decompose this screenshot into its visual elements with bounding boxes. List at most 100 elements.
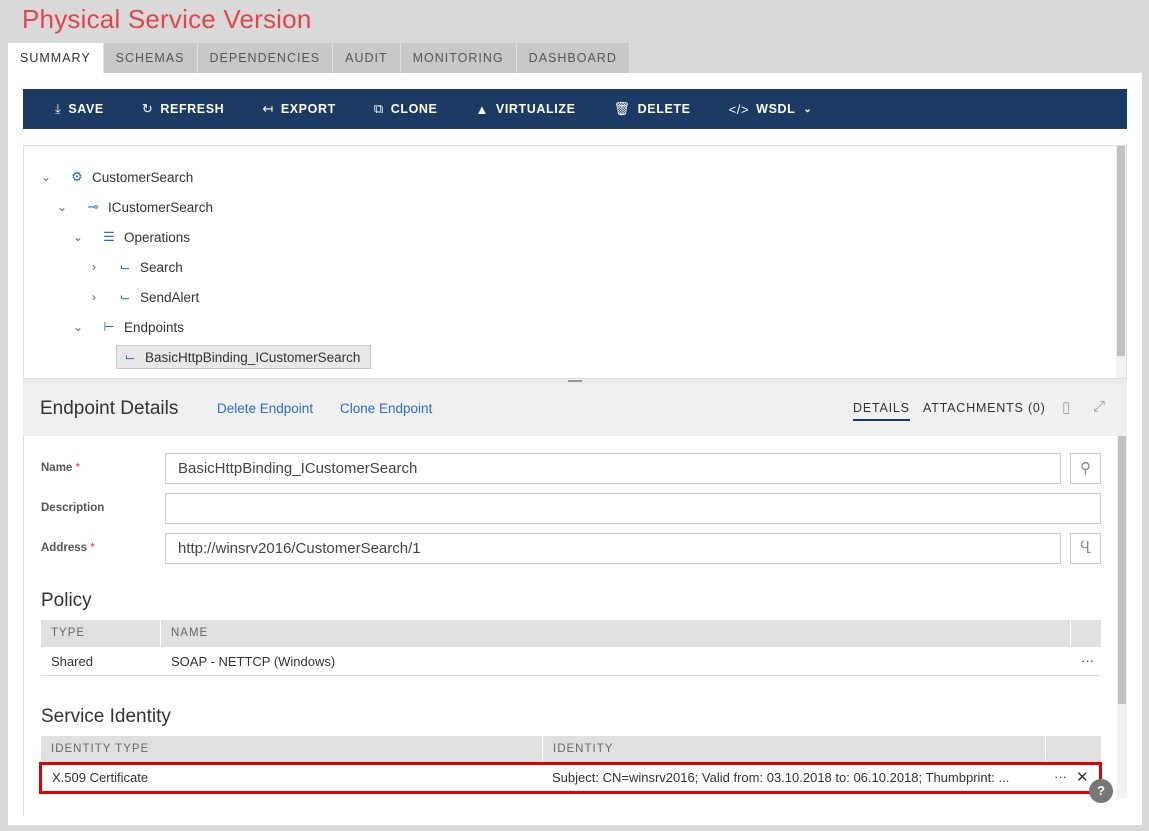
name-label: Name * [41,462,80,474]
save-button[interactable]: ⤓ SAVE [55,101,104,117]
operation-icon: ⌙ [119,259,131,274]
address-label: Address * [41,542,95,554]
tree-node-label: SendAlert [140,289,200,305]
tab-dependencies[interactable]: DEPENDENCIES [197,43,334,73]
column-header-identity-type[interactable]: IDENTITY TYPE [41,736,543,763]
details-header: Endpoint Details Delete Endpoint Clone E… [23,384,1127,436]
clone-label: CLONE [390,102,438,116]
details-body: Name * BasicHttpBinding_ICustomerSearch … [23,436,1127,816]
tree-node-label: Search [140,259,183,275]
endpoint-icon: ⌙ [124,349,136,364]
page-title: Physical Service Version [22,4,312,34]
name-label-text: Name [41,462,73,474]
table-row[interactable]: X.509 Certificate Subject: CN=winsrv2016… [39,762,1102,794]
interface-icon: ⊸ [87,199,99,214]
gear-icon: ⚙ [71,169,83,184]
tab-details[interactable]: DETAILS [853,401,910,421]
policy-title: Policy [41,590,92,611]
tree-node-label: Endpoints [124,319,185,335]
operation-icon: ⌙ [119,289,131,304]
drag-handle-icon[interactable] [568,380,582,382]
tab-attachments[interactable]: ATTACHMENTS (0) [923,401,1046,415]
tree-node-endpoints[interactable]: ⌄ ⊢ Endpoints [70,316,184,338]
delete-endpoint-link[interactable]: Delete Endpoint [217,401,313,416]
refresh-label: REFRESH [160,102,225,116]
tab-bar: SUMMARY SCHEMAS DEPENDENCIES AUDIT MONIT… [8,43,630,73]
policy-type-cell: Shared [51,654,93,669]
export-button[interactable]: ↤ EXPORT [262,101,336,117]
tab-summary[interactable]: SUMMARY [8,43,104,73]
identity-type-cell: X.509 Certificate [52,770,149,785]
tree-node-op-sendalert[interactable]: › ⌙ SendAlert [86,286,199,308]
scrollbar-thumb[interactable] [1117,146,1125,356]
identity-value-cell: Subject: CN=winsrv2016; Valid from: 03.1… [552,770,1010,785]
tab-monitoring[interactable]: MONITORING [400,43,517,73]
refresh-button[interactable]: ↻ REFRESH [142,101,224,117]
tree-node-label: Operations [124,229,191,245]
refresh-icon: ↻ [141,101,154,116]
delete-label: DELETE [637,102,691,116]
help-icon[interactable]: ? [1089,779,1113,803]
tree-node-endpoint[interactable]: ⌙ BasicHttpBinding_ICustomerSearch [116,345,372,369]
tab-audit[interactable]: AUDIT [333,43,401,73]
column-header-type[interactable]: TYPE [41,620,161,647]
content-panel: ⤓ SAVE ↻ REFRESH ↤ EXPORT ⧉ CLONE ▲ VIRTUALIZ… [8,73,1142,825]
tree-node-label: CustomerSearch [92,169,194,185]
clone-endpoint-link[interactable]: Clone Endpoint [340,401,432,416]
address-field[interactable]: http://winsrv2016/CustomerSearch/1 [165,533,1061,564]
export-label: EXPORT [280,102,336,116]
key-icon[interactable]: ⚲ [1070,453,1101,484]
details-scrollbar[interactable] [1117,436,1127,798]
virtualize-label: VIRTUALIZE [495,102,576,116]
table-row[interactable]: Shared SOAP - NETTCP (Windows) ··· [41,647,1101,676]
chevron-right-icon[interactable]: › [86,290,102,304]
policy-name-cell: SOAP - NETTCP (Windows) [171,654,336,669]
column-header-name[interactable]: NAME [161,620,1071,647]
more-options-icon[interactable]: ··· [1081,647,1094,676]
service-identity-title: Service Identity [41,706,171,727]
chevron-right-icon[interactable]: › [86,260,102,274]
trash-icon: 🗑 [613,101,631,116]
description-label: Description [41,502,105,514]
tree-node-op-search[interactable]: › ⌙ Search [86,256,183,278]
clone-button[interactable]: ⧉ CLONE [374,101,438,117]
details-title: Endpoint Details [40,398,179,419]
expand-icon[interactable]: ⤢ [1093,398,1105,415]
export-icon: ↤ [262,101,274,116]
chevron-down-icon[interactable]: ⌄ [54,200,70,214]
column-header-identity[interactable]: IDENTITY [543,736,1046,763]
virtualize-button[interactable]: ▲ VIRTUALIZE [475,102,575,117]
tab-dashboard[interactable]: DASHBOARD [516,43,630,73]
scrollbar-thumb[interactable] [1118,436,1126,704]
required-mark: * [90,542,95,554]
delete-button[interactable]: 🗑 DELETE [614,101,691,117]
identity-grid-header: IDENTITY TYPE IDENTITY [41,736,1101,763]
tree-node-service[interactable]: ⌄ ⚙ CustomerSearch [38,166,193,188]
split-view-icon[interactable]: ▯ [1062,398,1070,416]
chevron-down-icon[interactable]: ⌄ [38,170,54,184]
save-label: SAVE [68,102,104,116]
toolbar: ⤓ SAVE ↻ REFRESH ↤ EXPORT ⧉ CLONE ▲ VIRTUALIZ… [23,89,1127,129]
wsdl-label: WSDL [756,102,796,116]
chevron-down-icon[interactable]: ⌄ [70,230,86,244]
wsdl-dropdown[interactable]: </> WSDL ⌄ [729,102,813,117]
chevron-down-icon[interactable]: ⌄ [70,320,86,334]
operations-icon: ☰ [103,229,115,244]
tree-scrollbar[interactable] [1116,146,1126,381]
more-options-icon[interactable]: ··· [1054,765,1067,791]
description-field[interactable] [165,493,1101,524]
close-icon[interactable]: ✕ [1076,765,1089,791]
address-lookup-icon[interactable]: Ⴁ [1070,533,1101,564]
endpoints-icon: ⊢ [103,319,115,334]
download-icon: ⤓ [55,101,62,116]
chevron-down-icon: ⌄ [803,103,813,115]
address-label-text: Address [41,542,88,554]
name-field[interactable]: BasicHttpBinding_ICustomerSearch [165,453,1061,484]
tree-node-operations[interactable]: ⌄ ☰ Operations [70,226,190,248]
code-icon: </> [728,101,750,117]
tab-schemas[interactable]: SCHEMAS [103,43,198,73]
service-tree: ⌄ ⚙ CustomerSearch ⌄ ⊸ ICustomerSearch ⌄… [23,145,1127,381]
tree-node-contract[interactable]: ⌄ ⊸ ICustomerSearch [54,196,213,218]
copy-icon: ⧉ [373,101,384,116]
policy-grid-header: TYPE NAME [41,620,1101,647]
